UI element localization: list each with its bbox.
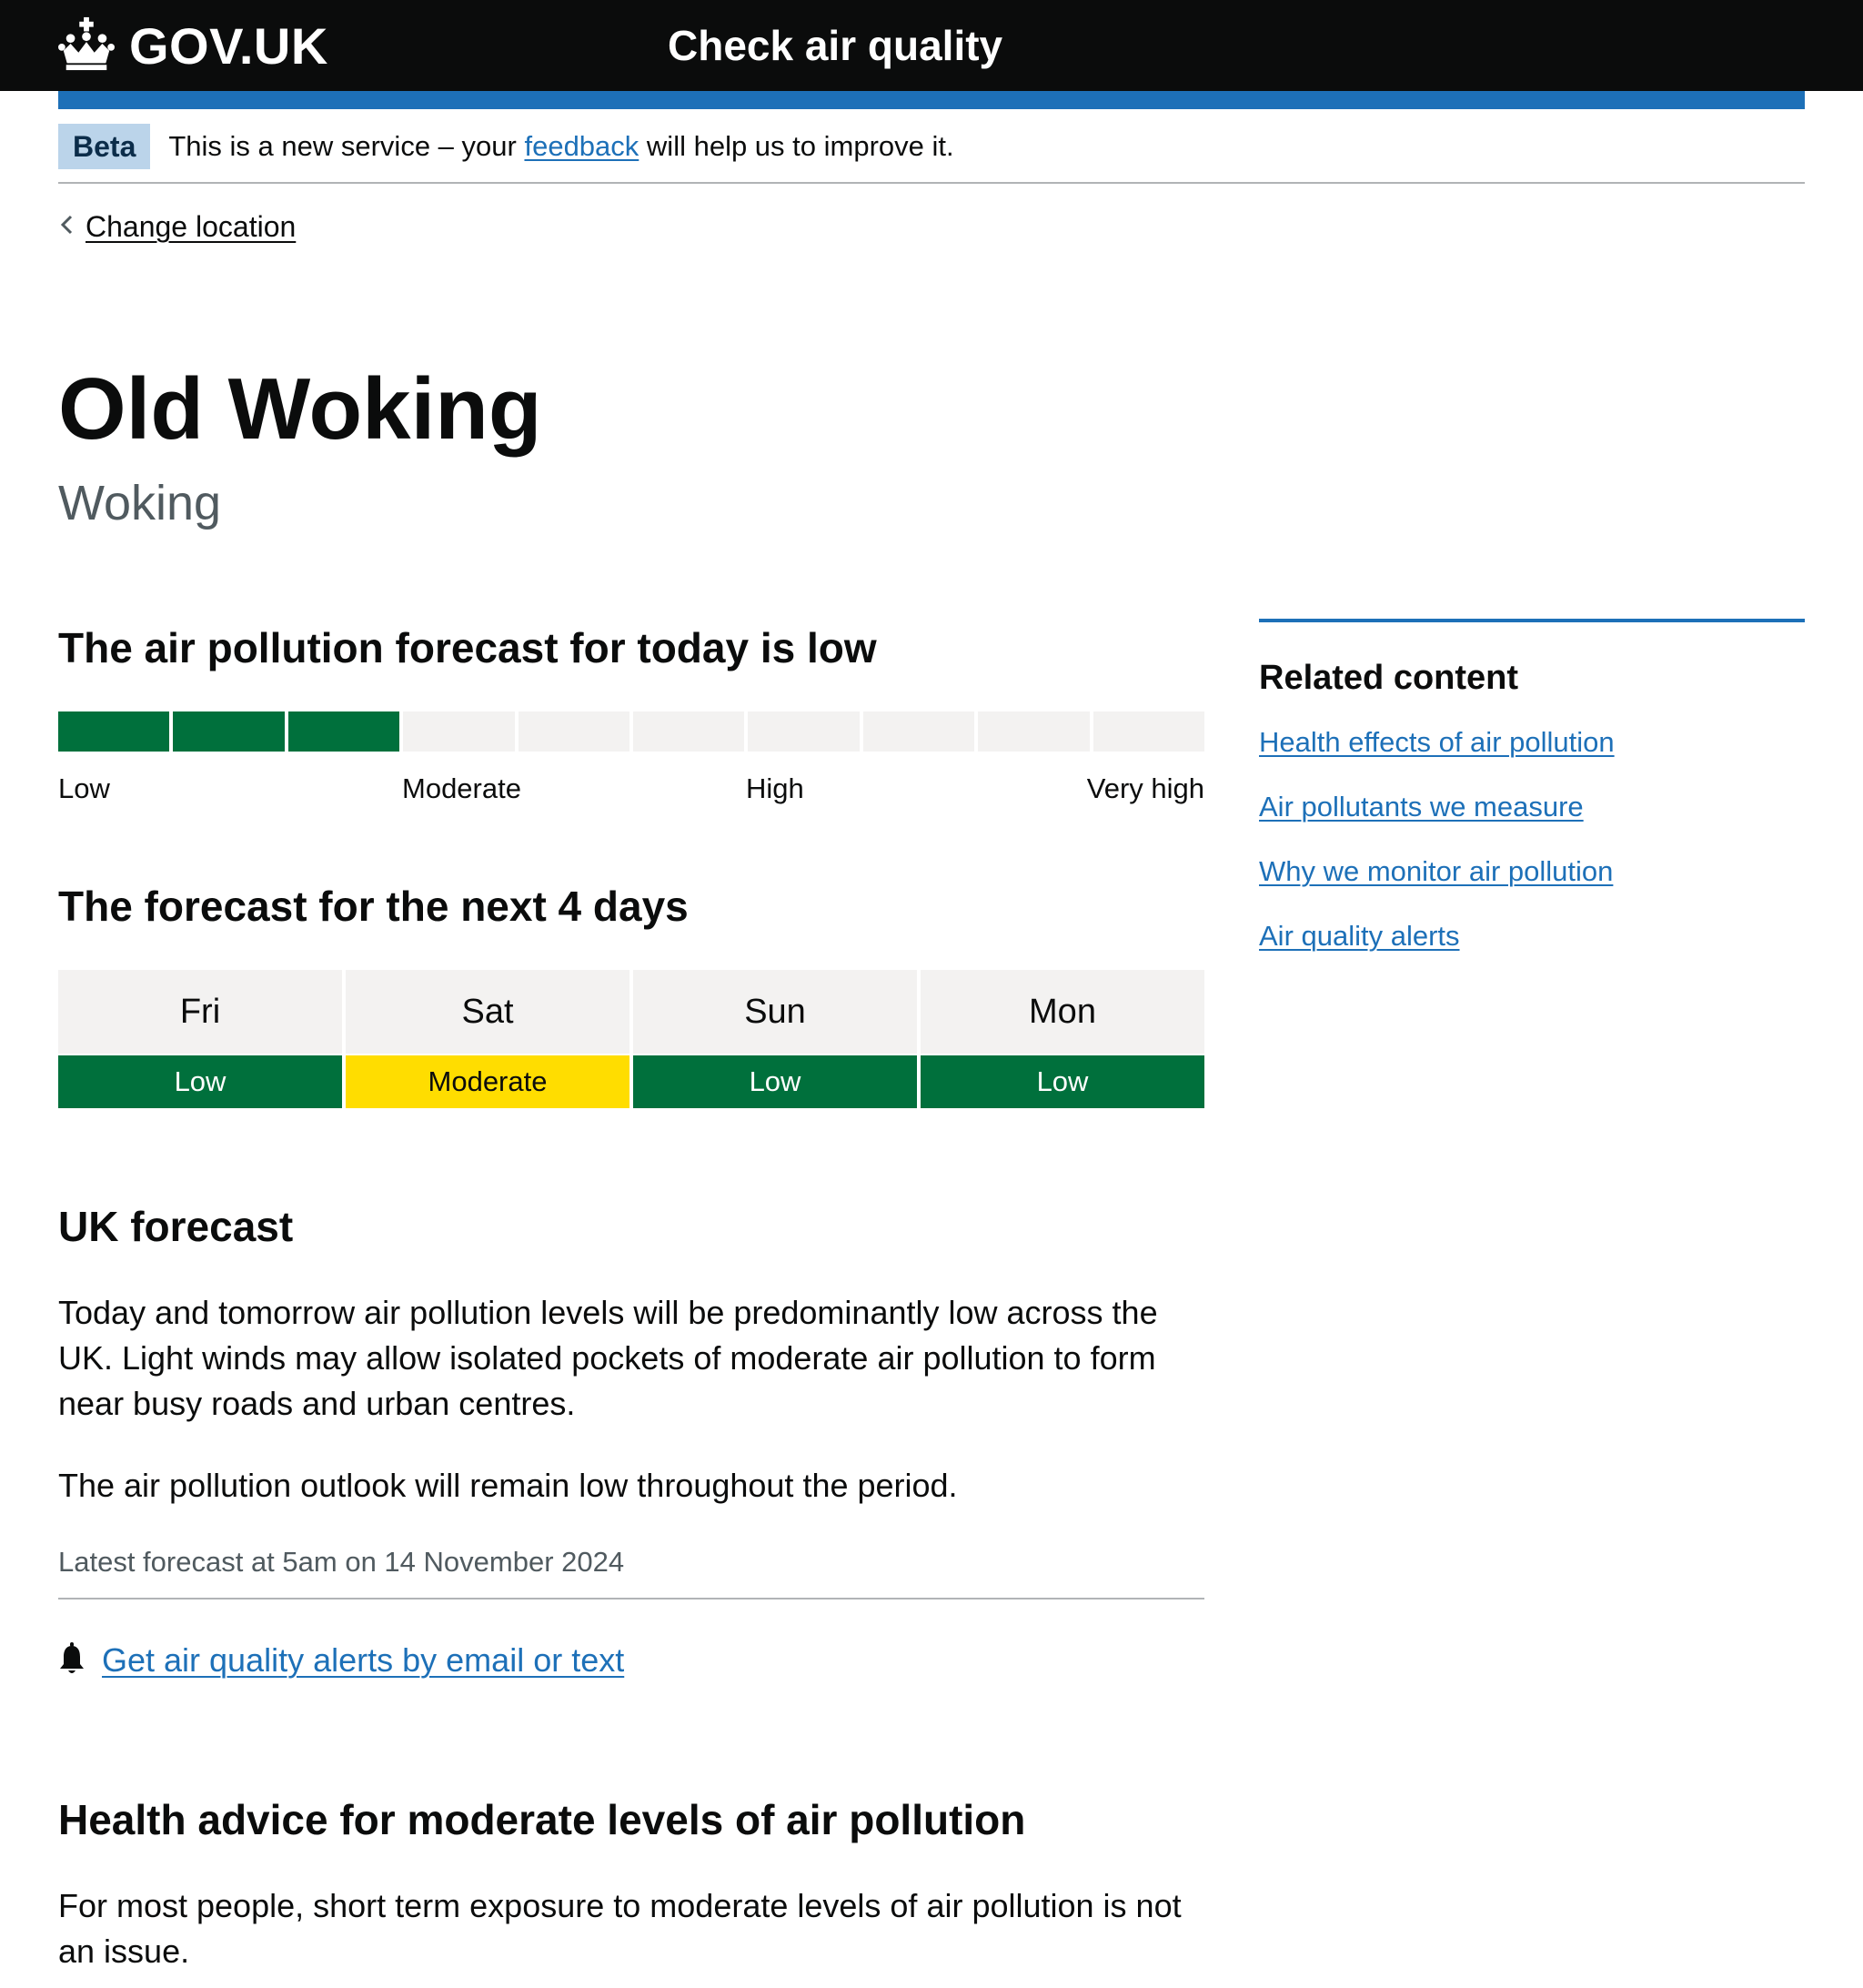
related-link-pollutants[interactable]: Air pollutants we measure	[1259, 791, 1584, 822]
health-advice-paragraph: For most people, short term exposure to …	[58, 1887, 1182, 1970]
scale-label-high: High	[746, 772, 804, 804]
day-level: Moderate	[346, 1055, 629, 1108]
change-location-label: Change location	[86, 210, 297, 243]
related-content: Related content Health effects of air po…	[1259, 619, 1805, 981]
four-day-forecast-heading: The forecast for the next 4 days	[58, 883, 689, 930]
scale-label-low: Low	[58, 772, 110, 804]
four-day-forecast: Fri Low Sat Moderate Sun Low Mon Low	[58, 970, 1204, 1108]
govuk-logo-link[interactable]: GOV.UK	[58, 11, 328, 80]
section-divider	[58, 1598, 1204, 1599]
health-advice-heading: Health advice for moderate levels of air…	[58, 1796, 1026, 1843]
scale-segment-empty	[978, 711, 1090, 752]
related-item: Air pollutants we measure	[1259, 787, 1805, 827]
day-name: Fri	[58, 970, 342, 1054]
related-links: Health effects of air pollution Air poll…	[1259, 722, 1805, 956]
page-subtitle: Woking	[58, 476, 222, 530]
pollution-level-scale	[58, 711, 1205, 752]
scale-segment-empty	[862, 711, 975, 752]
uk-outlook-paragraph: The air pollution outlook will remain lo…	[58, 1467, 958, 1504]
scale-segment-empty	[748, 711, 860, 752]
today-forecast-heading: The air pollution forecast for today is …	[58, 624, 877, 671]
day-level: Low	[58, 1055, 342, 1108]
scale-segment-filled	[287, 711, 400, 752]
scale-segment-empty	[403, 711, 515, 752]
uk-forecast-paragraph: Today and tomorrow air pollution levels …	[58, 1294, 1158, 1422]
phase-text-before: This is a new service – your	[168, 130, 517, 162]
day-level: Low	[921, 1055, 1204, 1108]
phase-banner-text: This is a new service – your feedback wi…	[168, 124, 953, 169]
related-content-title: Related content	[1259, 659, 1519, 697]
day-forecast-sat: Sat Moderate	[346, 970, 629, 1108]
day-name: Mon	[921, 970, 1204, 1054]
day-name: Sun	[633, 970, 917, 1054]
logo-text: GOV.UK	[129, 16, 328, 75]
day-forecast-fri: Fri Low	[58, 970, 342, 1108]
scale-segment-filled	[173, 711, 285, 752]
bell-icon	[58, 1641, 102, 1680]
scale-labels: Low Moderate High Very high	[58, 769, 1204, 809]
site-header: GOV.UK Check air quality	[0, 0, 1863, 91]
latest-forecast-time: Latest forecast at 5am on 14 November 20…	[58, 1546, 625, 1578]
page-title: Old Woking	[58, 360, 542, 458]
scale-label-moderate: Moderate	[402, 772, 521, 804]
related-item: Air quality alerts	[1259, 916, 1805, 956]
crown-icon	[58, 15, 129, 76]
phase-banner: Beta This is a new service – your feedba…	[58, 124, 1805, 184]
alerts-row: Get air quality alerts by email or text	[58, 1638, 624, 1683]
service-name-link[interactable]: Check air quality	[668, 18, 1002, 73]
scale-segment-filled	[58, 711, 170, 752]
day-level: Low	[633, 1055, 917, 1108]
chevron-left-icon	[58, 209, 86, 245]
scale-segment-empty	[518, 711, 630, 752]
scale-segment-empty	[633, 711, 745, 752]
uk-forecast-heading: UK forecast	[58, 1203, 294, 1250]
day-forecast-mon: Mon Low	[921, 970, 1204, 1108]
related-item: Why we monitor air pollution	[1259, 852, 1805, 892]
beta-tag: Beta	[58, 124, 151, 169]
scale-label-very-high: Very high	[1086, 772, 1204, 804]
change-location-link[interactable]: Change location	[58, 209, 296, 245]
phase-text-after: will help us to improve it.	[646, 130, 954, 162]
get-alerts-link[interactable]: Get air quality alerts by email or text	[102, 1638, 624, 1683]
related-link-why-monitor[interactable]: Why we monitor air pollution	[1259, 855, 1613, 887]
related-link-alerts[interactable]: Air quality alerts	[1259, 920, 1460, 952]
header-accent-bar	[58, 91, 1805, 109]
related-item: Health effects of air pollution	[1259, 722, 1805, 762]
feedback-link[interactable]: feedback	[524, 130, 639, 162]
related-link-health-effects[interactable]: Health effects of air pollution	[1259, 726, 1615, 758]
day-name: Sat	[346, 970, 629, 1054]
day-forecast-sun: Sun Low	[633, 970, 917, 1108]
scale-segment-empty	[1093, 711, 1205, 752]
